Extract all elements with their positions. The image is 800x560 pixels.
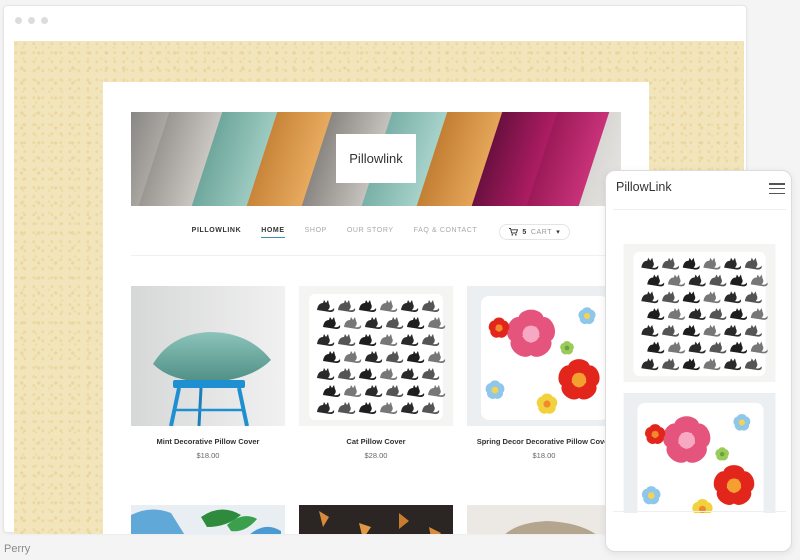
product-image[interactable] xyxy=(299,286,453,426)
mobile-site-title[interactable]: PillowLink xyxy=(616,180,672,194)
cart-icon xyxy=(509,228,519,236)
mobile-phone-mockup: PillowLink xyxy=(605,170,792,552)
product-price: $28.00 xyxy=(364,451,388,460)
hamburger-menu-icon[interactable] xyxy=(769,183,785,194)
cart-label: CART xyxy=(530,228,553,236)
window-dot-icon xyxy=(41,16,48,24)
window-dot-icon xyxy=(15,16,22,24)
product-image[interactable] xyxy=(623,393,776,513)
product-name[interactable]: Mint Decorative Pillow Cover xyxy=(131,437,285,446)
product-image[interactable] xyxy=(299,505,453,534)
nav-item-faq-contact[interactable]: FAQ & CONTACT xyxy=(414,227,478,237)
mobile-screen xyxy=(613,209,786,513)
image-caption: Perry xyxy=(4,543,31,555)
chevron-down-icon: ▾ xyxy=(556,229,561,236)
nav-divider xyxy=(131,255,621,256)
product-name[interactable]: Spring Decor Decorative Pillow Cover xyxy=(467,437,621,446)
site-logo[interactable]: Pillowlink xyxy=(336,134,416,183)
product-name[interactable]: Cat Pillow Cover xyxy=(299,437,453,446)
main-navigation: PILLOWLINK HOME SHOP OUR STORY FAQ & CON… xyxy=(131,222,621,242)
nav-item-home[interactable]: HOME xyxy=(261,227,285,238)
browser-toolbar xyxy=(4,6,746,34)
nav-brand-link[interactable]: PILLOWLINK xyxy=(192,227,242,237)
product-card[interactable]: Cat Pillow Cover $28.00 xyxy=(299,286,453,460)
cart-count: 5 xyxy=(522,228,527,236)
product-price: $18.00 xyxy=(532,451,556,460)
nav-item-our-story[interactable]: OUR STORY xyxy=(347,227,394,237)
cart-button[interactable]: 5 CART ▾ xyxy=(499,224,571,240)
product-image[interactable] xyxy=(623,244,776,382)
product-image[interactable] xyxy=(467,505,621,534)
product-card[interactable]: Spring Decor Decorative Pillow Cover $18… xyxy=(467,286,621,460)
window-dot-icon xyxy=(28,16,35,24)
mobile-screen-divider xyxy=(613,511,786,512)
product-image[interactable] xyxy=(467,286,621,426)
product-card[interactable]: Mint Decorative Pillow Cover $18.00 xyxy=(131,286,285,460)
nav-item-shop[interactable]: SHOP xyxy=(305,227,327,237)
product-image[interactable] xyxy=(131,505,285,534)
product-price: $18.00 xyxy=(196,451,220,460)
hero-banner: Pillowlink xyxy=(131,112,621,206)
store-page: Pillowlink PILLOWLINK HOME SHOP OUR STOR… xyxy=(103,82,649,534)
product-image[interactable] xyxy=(131,286,285,426)
